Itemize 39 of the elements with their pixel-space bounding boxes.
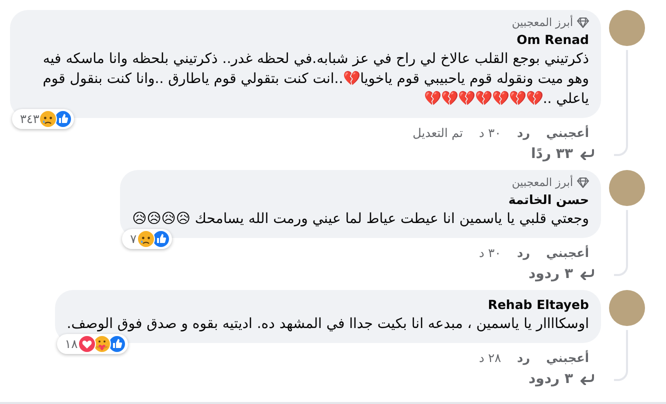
view-replies-link[interactable]: ٣٣ ردًا	[524, 140, 601, 170]
comment-text: اوسكاااار يا ياسمين ، مبدعه انا بكيت جداا في المشهد ده. اديتيه بقوه و صدق فوق الوصف.	[66, 315, 589, 334]
like-link[interactable]: أعجبني	[546, 246, 589, 260]
like-link[interactable]: أعجبني	[546, 351, 589, 365]
reply-arrow-icon	[579, 373, 595, 385]
reply-arrow-icon	[579, 268, 595, 280]
thread-line	[614, 210, 628, 276]
badge-label: أبرز المعجبين	[512, 176, 573, 189]
sad-face-icon	[39, 110, 58, 128]
reaction-count: ٧	[129, 232, 138, 246]
avatar[interactable]	[609, 170, 645, 206]
reaction-count: ١٨	[64, 337, 79, 351]
comment-text: ذكرتيني بوجع القلب عالاخ لي راح في عز شبابه.في لحظه غدر.. ذكرتيني بلحظه وانا ماسكه فيه وهو ميت ونقوله قوم ياحبيبي قوم ياخويا💔..انت كنت بتقولي قوم ياطارق ..وانا كنت بنقول قوم ياعلي ..💔💔💔💔💔💔💔	[42, 50, 589, 109]
avatar[interactable]	[609, 10, 645, 46]
thread-line	[614, 330, 628, 381]
timestamp[interactable]: ٣٠ د	[478, 126, 502, 140]
diamond-icon	[577, 17, 589, 28]
badge-label: أبرز المعجبين	[512, 16, 573, 29]
like-link[interactable]: أعجبني	[546, 126, 589, 140]
author-name[interactable]: Om Renad	[22, 31, 589, 49]
reply-arrow-icon	[579, 148, 595, 160]
timestamp[interactable]: ٣٠ د	[478, 246, 502, 260]
reaction-count: ٣٤٣	[19, 112, 40, 126]
reply-link[interactable]: رد	[517, 246, 530, 260]
reply-link[interactable]: رد	[517, 126, 530, 140]
diamond-icon	[577, 177, 589, 188]
author-name[interactable]: Rehab Eltayeb	[66, 296, 589, 314]
reaction-summary[interactable]: ٧	[122, 229, 172, 249]
reply-link[interactable]: رد	[517, 351, 530, 365]
edited-label: تم التعديل	[412, 126, 463, 140]
timestamp[interactable]: ٢٨ د	[478, 351, 502, 365]
author-name[interactable]: حسن الخاتمة	[132, 191, 589, 209]
reaction-summary[interactable]: ٣٤٣	[12, 109, 74, 129]
comment-text: وجعتي قلبي يا ياسمين انا عيطت عياط لما عيني ورمت الله يسامحك 😥😥😥😥	[132, 210, 589, 229]
reaction-summary[interactable]: ١٨	[56, 334, 128, 354]
avatar[interactable]	[609, 290, 645, 326]
view-replies-link[interactable]: ٣ ردود	[522, 260, 601, 290]
view-replies-link[interactable]: ٣ ردود	[522, 365, 601, 395]
sad-face-icon	[136, 230, 155, 248]
